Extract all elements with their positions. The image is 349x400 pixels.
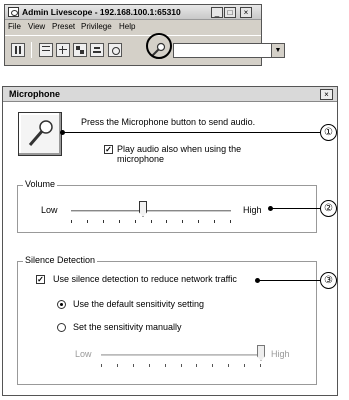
slider-tick [149, 364, 150, 367]
toolbar-separator [31, 42, 32, 58]
window-title: Admin Livescope - 192.168.100.1:65310 [22, 7, 181, 17]
slider-tick [228, 364, 229, 367]
slider-tick [165, 364, 166, 367]
menu-help[interactable]: Help [119, 22, 135, 31]
dialog-close-button[interactable]: × [320, 89, 333, 100]
settings-icon[interactable] [90, 43, 104, 57]
menu-privilege[interactable]: Privilege [81, 22, 112, 31]
sensitivity-low-label: Low [75, 349, 92, 359]
slider-tick [230, 220, 231, 223]
slider-tick [212, 364, 213, 367]
slider-tick [101, 364, 102, 367]
sensitivity-slider-track[interactable] [101, 354, 261, 356]
camera-select[interactable]: ▼ [173, 43, 285, 58]
snapshot-icon[interactable] [73, 43, 87, 57]
slider-tick [117, 364, 118, 367]
slider-tick [196, 364, 197, 367]
app-icon [8, 7, 19, 17]
slider-tick [133, 364, 134, 367]
zoom-icon[interactable] [56, 43, 70, 57]
callout-1-badge: ① [320, 124, 337, 141]
callout-2-badge: ② [320, 200, 337, 217]
slider-tick [181, 364, 182, 367]
volume-slider-track[interactable] [71, 210, 231, 212]
slider-tick [198, 220, 199, 223]
slider-tick [135, 220, 136, 223]
slider-tick [214, 220, 215, 223]
slider-tick [166, 220, 167, 223]
chevron-down-icon[interactable]: ▼ [271, 44, 284, 57]
slider-tick [182, 220, 183, 223]
toolbar: ▼ [5, 35, 285, 63]
close-button[interactable]: × [240, 7, 252, 18]
dialog-titlebar[interactable]: Microphone × [3, 87, 337, 102]
play-audio-checkbox[interactable]: ✓ [104, 145, 113, 154]
play-audio-label: Play audio also when using the microphon… [117, 144, 242, 164]
manual-sensitivity-label: Set the sensitivity manually [73, 322, 182, 332]
maximize-button[interactable]: □ [224, 7, 236, 18]
livescope-window: Admin Livescope - 192.168.100.1:65310 _ … [4, 4, 285, 66]
microphone-instruction: Press the Microphone button to send audi… [81, 117, 256, 127]
menu-preset[interactable]: Preset [52, 22, 75, 31]
default-sensitivity-label: Use the default sensitivity setting [73, 299, 205, 309]
layout-icon[interactable] [39, 43, 53, 57]
silence-detection-label: Use silence detection to reduce network … [53, 274, 237, 284]
minimize-button[interactable]: _ [211, 7, 223, 18]
slider-tick [71, 220, 72, 223]
volume-ticks [71, 220, 231, 224]
microphone-button[interactable] [18, 112, 62, 156]
menu-bar: File View Preset Privilege Help [5, 21, 261, 33]
record-icon[interactable] [108, 43, 122, 57]
sensitivity-ticks [101, 364, 261, 368]
slider-tick [87, 220, 88, 223]
slider-tick [119, 220, 120, 223]
window-titlebar[interactable]: Admin Livescope - 192.168.100.1:65310 _ … [5, 5, 261, 20]
callout-3-line [257, 280, 320, 281]
callout-2-line [270, 208, 320, 209]
default-sensitivity-radio[interactable] [57, 300, 66, 309]
manual-sensitivity-radio[interactable] [57, 323, 66, 332]
sensitivity-high-label: High [271, 349, 290, 359]
callout-3-badge: ③ [320, 272, 337, 289]
slider-tick [103, 220, 104, 223]
silence-detection-checkbox[interactable]: ✓ [36, 275, 45, 284]
silence-group-title: Silence Detection [23, 255, 98, 265]
menu-view[interactable]: View [28, 22, 45, 31]
highlight-circle [146, 33, 172, 59]
dialog-title: Microphone [9, 89, 60, 99]
slider-tick [260, 364, 261, 367]
volume-high-label: High [243, 205, 262, 215]
callout-1-line [62, 132, 320, 133]
pause-icon[interactable] [11, 43, 25, 57]
menu-file[interactable]: File [8, 22, 21, 31]
volume-group-title: Volume [23, 179, 58, 189]
volume-low-label: Low [41, 205, 58, 215]
slider-tick [244, 364, 245, 367]
microphone-icon [28, 120, 53, 146]
slider-tick [151, 220, 152, 223]
